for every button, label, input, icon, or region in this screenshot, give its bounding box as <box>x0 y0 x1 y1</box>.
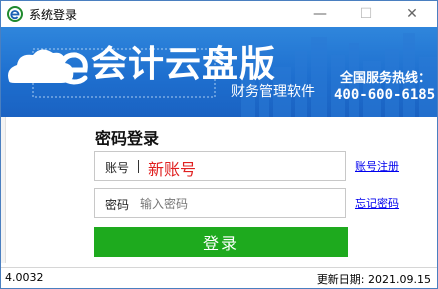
login-window: 系统登录 — ☐ ✕ 会计云盘版 财务管理软件 全国服务热线： 400-600-… <box>0 0 438 289</box>
text-caret <box>138 160 139 173</box>
brand-subtitle: 财务管理软件 <box>231 84 315 100</box>
maximize-icon: ☐ <box>359 6 373 22</box>
e-logo-icon <box>7 6 23 22</box>
left-edge-strip <box>1 117 6 263</box>
update-date-text: 更新日期: 2021.09.15 <box>316 273 431 286</box>
login-form-title: 密码登录 <box>95 129 160 148</box>
password-field[interactable]: 密码 <box>94 188 346 218</box>
register-link[interactable]: 账号注册 <box>355 158 399 174</box>
minimize-icon: — <box>313 6 327 22</box>
close-button[interactable]: ✕ <box>389 1 435 27</box>
minimize-button[interactable]: — <box>297 1 343 27</box>
hotline-label: 全国服务热线： <box>340 71 432 86</box>
account-field[interactable]: 账号 新账号 <box>94 151 346 181</box>
account-value[interactable]: 新账号 <box>148 156 196 180</box>
maximize-button[interactable]: ☐ <box>343 1 389 27</box>
e-logo-graphic <box>58 52 88 85</box>
title-bar: 系统登录 — ☐ ✕ <box>1 1 437 27</box>
close-icon: ✕ <box>406 6 418 22</box>
account-label: 账号 <box>105 161 130 175</box>
login-button[interactable]: 登录 <box>94 227 348 257</box>
brand-banner: 会计云盘版 财务管理软件 全国服务热线： 400-600-6185 <box>1 27 437 117</box>
version-text: 4.0032 <box>5 271 44 284</box>
forgot-password-link[interactable]: 忘记密码 <box>355 195 399 211</box>
window-title: 系统登录 <box>29 8 78 22</box>
hotline-number: 400-600-6185 <box>334 87 436 103</box>
password-label: 密码 <box>105 198 130 212</box>
brand-name: 会计云盘版 <box>91 44 277 85</box>
status-bar: 4.0032 更新日期: 2021.09.15 <box>1 267 437 288</box>
password-input[interactable] <box>140 195 335 212</box>
